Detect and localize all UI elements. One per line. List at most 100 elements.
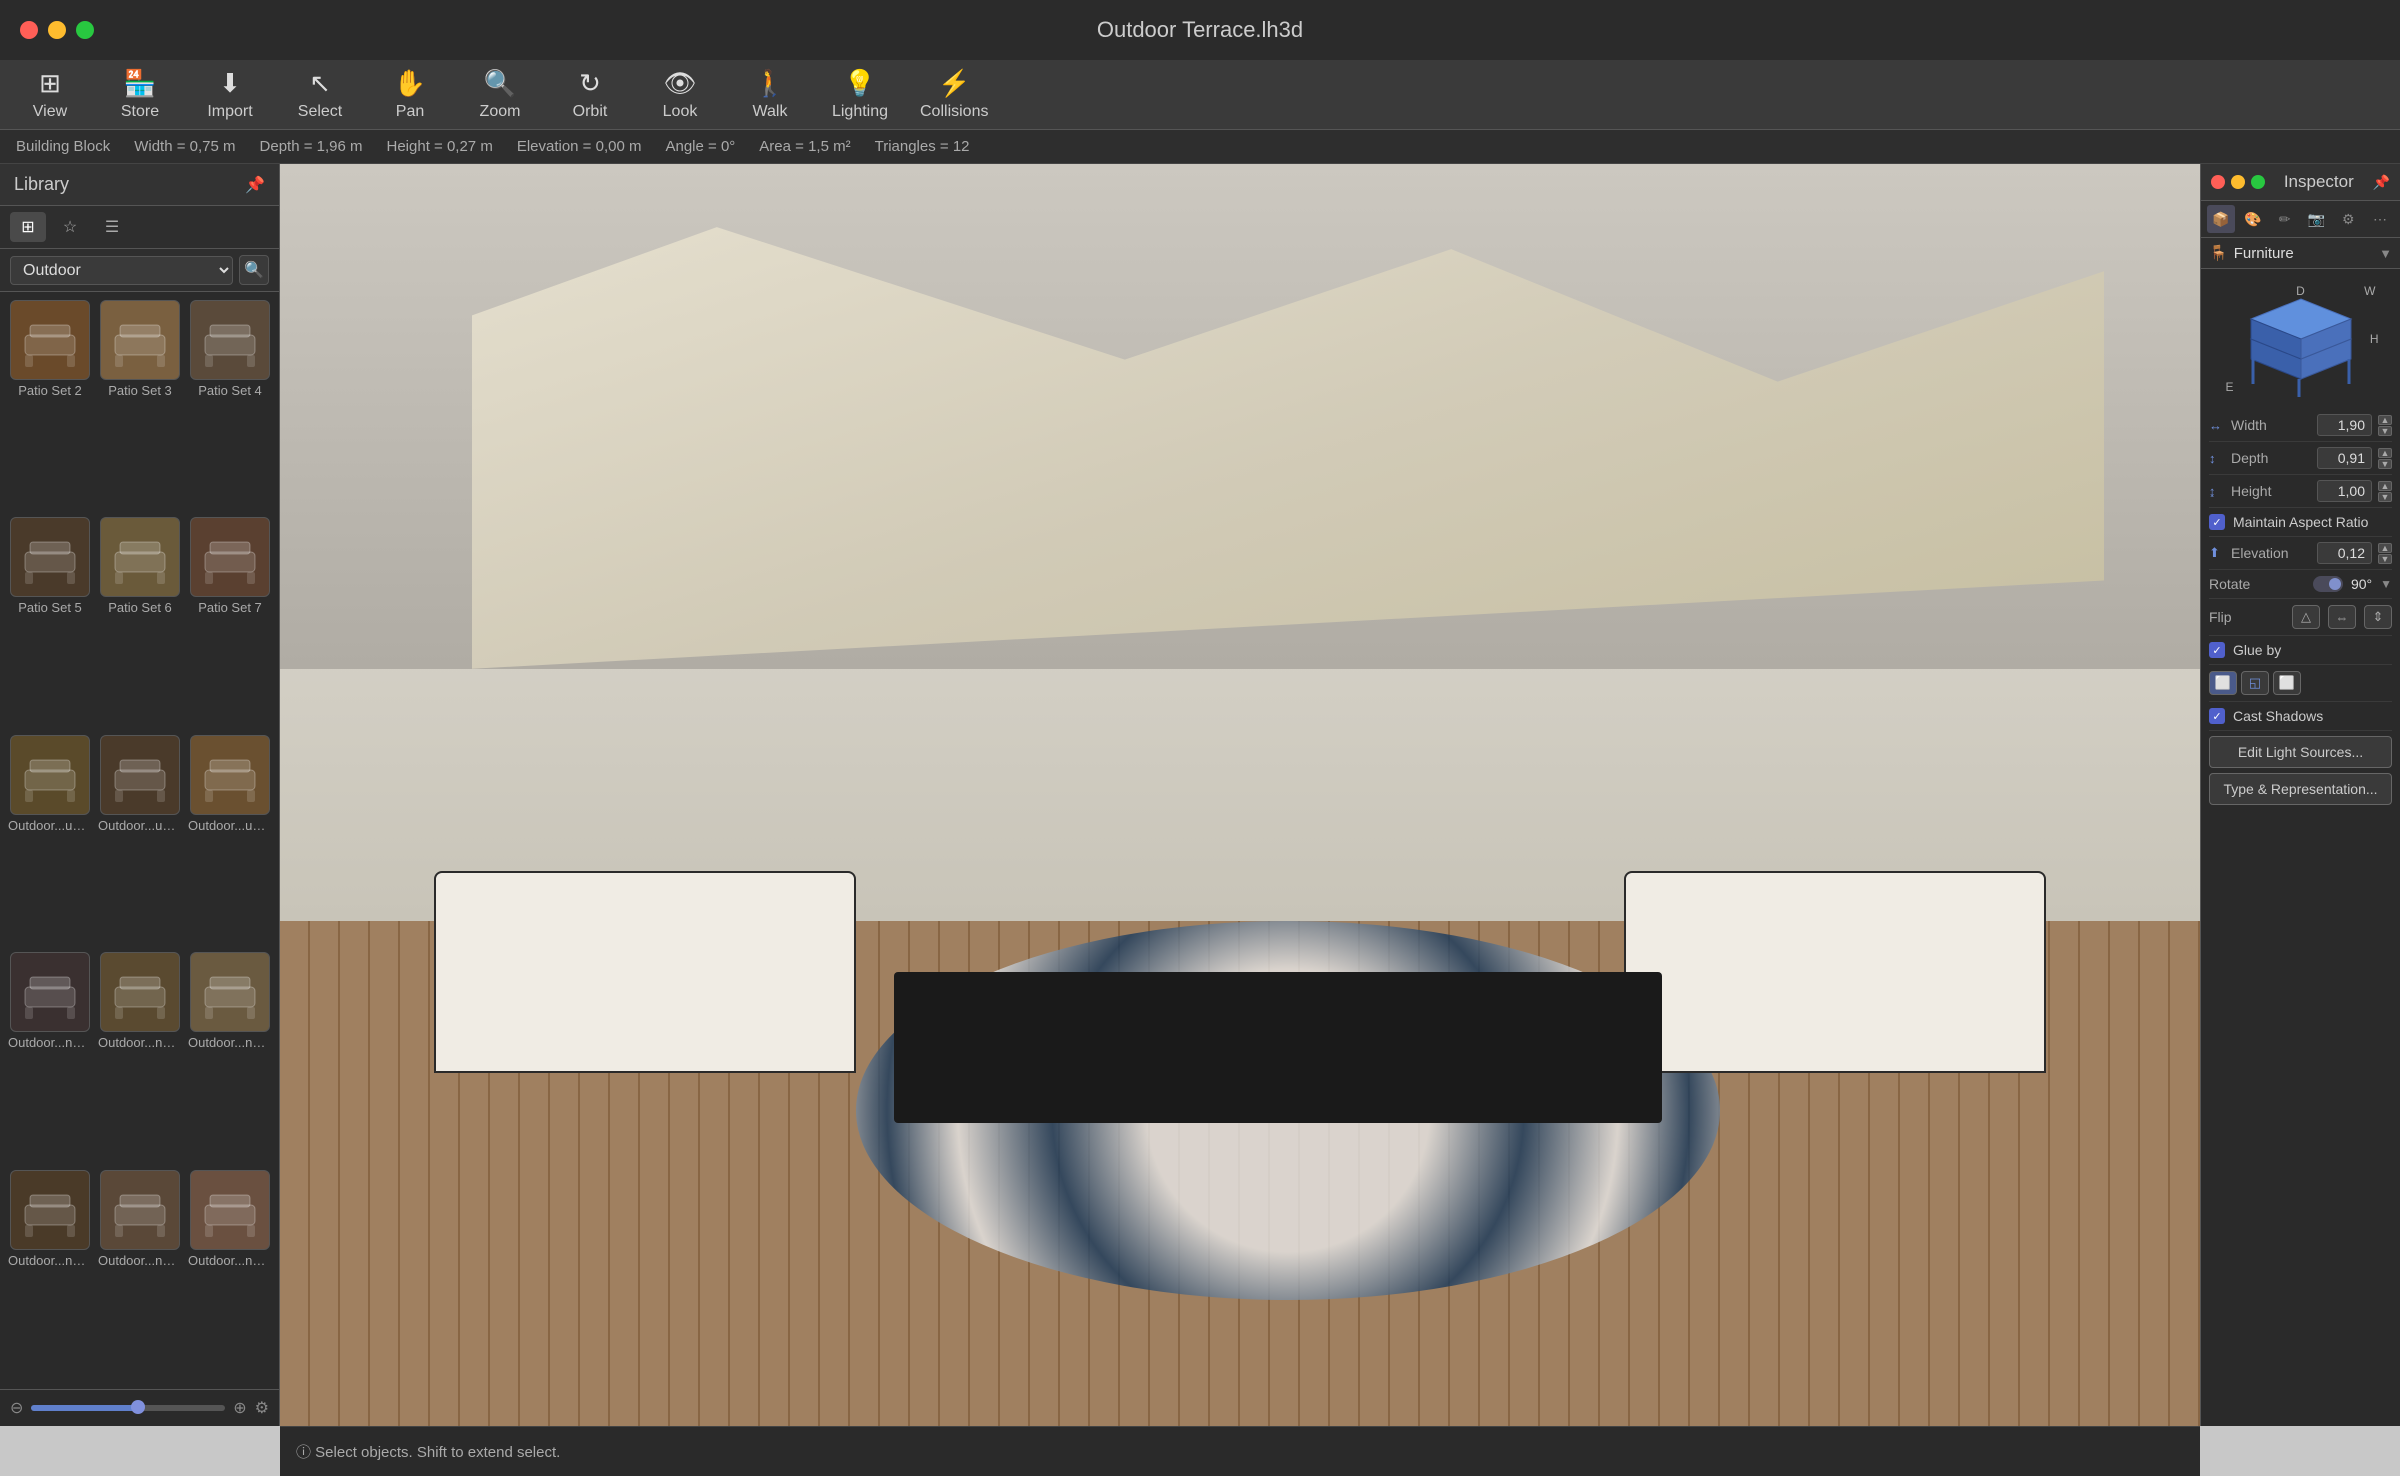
library-tab-favorites[interactable]: ☆ bbox=[52, 212, 88, 242]
inspector-tab-settings[interactable]: ⚙ bbox=[2334, 205, 2362, 233]
inspector-tab-material[interactable]: 🎨 bbox=[2239, 205, 2267, 233]
library-item-7[interactable]: Outdoor...unge Set 2 bbox=[98, 735, 182, 946]
height-input[interactable] bbox=[2317, 480, 2372, 502]
library-category-select[interactable]: Outdoor Indoor Kitchen bbox=[10, 256, 233, 285]
library-thumb-0 bbox=[10, 300, 90, 380]
pan-icon: ✋ bbox=[394, 68, 426, 99]
width-input[interactable] bbox=[2317, 414, 2372, 436]
rotate-toggle[interactable] bbox=[2313, 576, 2343, 592]
library-item-4[interactable]: Patio Set 6 bbox=[98, 517, 182, 728]
library-label-3: Patio Set 5 bbox=[18, 600, 82, 615]
library-pin-icon[interactable]: 📌 bbox=[245, 175, 265, 195]
height-increment[interactable]: ▲ bbox=[2378, 481, 2392, 491]
depth-decrement[interactable]: ▼ bbox=[2378, 459, 2392, 469]
library-search-button[interactable]: 🔍 bbox=[239, 255, 269, 285]
glue-wall-button[interactable]: ◱ bbox=[2241, 671, 2269, 695]
library-label-9: Outdoor...nge Set 4 bbox=[8, 1035, 92, 1050]
library-item-5[interactable]: Patio Set 7 bbox=[188, 517, 272, 728]
flip-triangle-button[interactable]: △ bbox=[2292, 605, 2320, 629]
library-item-0[interactable]: Patio Set 2 bbox=[8, 300, 92, 511]
rotate-toggle-thumb bbox=[2329, 578, 2341, 590]
close-button[interactable] bbox=[20, 21, 38, 39]
minimize-button[interactable] bbox=[48, 21, 66, 39]
zoom-slider-thumb[interactable] bbox=[131, 1400, 145, 1414]
depth-field-row: ↕ Depth ▲ ▼ bbox=[2209, 442, 2392, 475]
cast-shadows-checkbox[interactable]: ✓ bbox=[2209, 708, 2225, 724]
toolbar-import[interactable]: ⬇ Import bbox=[200, 68, 260, 121]
import-icon: ⬇ bbox=[219, 68, 241, 99]
zoom-slider-track bbox=[31, 1405, 225, 1411]
toolbar-orbit[interactable]: ↻ Orbit bbox=[560, 68, 620, 121]
glue-by-checkbox[interactable]: ✓ bbox=[2209, 642, 2225, 658]
depth-increment[interactable]: ▲ bbox=[2378, 448, 2392, 458]
library-thumb-9 bbox=[10, 952, 90, 1032]
toolbar-select[interactable]: ↖ Select bbox=[290, 68, 350, 121]
depth-input[interactable] bbox=[2317, 447, 2372, 469]
library-item-12[interactable]: Outdoor...nge Set 7 bbox=[8, 1170, 92, 1381]
library-item-14[interactable]: Outdoor...nge Set 9 bbox=[188, 1170, 272, 1381]
library-item-1[interactable]: Patio Set 3 bbox=[98, 300, 182, 511]
inspector-tab-more[interactable]: ⋯ bbox=[2366, 205, 2394, 233]
type-representation-button[interactable]: Type & Representation... bbox=[2209, 773, 2392, 805]
width-increment[interactable]: ▲ bbox=[2378, 415, 2392, 425]
library-item-10[interactable]: Outdoor...nge Set 5 bbox=[98, 952, 182, 1163]
library-label-6: Outdoor...unge Set 1 bbox=[8, 818, 92, 833]
inspector-tab-object[interactable]: 📦 bbox=[2207, 205, 2235, 233]
elevation-input[interactable] bbox=[2317, 542, 2372, 564]
elevation-increment[interactable]: ▲ bbox=[2378, 543, 2392, 553]
library-item-3[interactable]: Patio Set 5 bbox=[8, 517, 92, 728]
maintain-aspect-ratio-checkbox[interactable]: ✓ bbox=[2209, 514, 2225, 530]
height-field-row: ↨ Height ▲ ▼ bbox=[2209, 475, 2392, 508]
flip-vertical-button[interactable]: ⇕ bbox=[2364, 605, 2392, 629]
edit-light-sources-button[interactable]: Edit Light Sources... bbox=[2209, 736, 2392, 768]
flip-horizontal-button[interactable]: ⇔ bbox=[2328, 605, 2356, 629]
width-label: Width bbox=[2231, 417, 2311, 433]
elevation-decrement[interactable]: ▼ bbox=[2378, 554, 2392, 564]
toolbar-store[interactable]: 🏪 Store bbox=[110, 68, 170, 121]
inspector-maximize[interactable] bbox=[2251, 175, 2265, 189]
inspector-tab-camera[interactable]: 📷 bbox=[2302, 205, 2330, 233]
toolbar-walk[interactable]: 🚶 Walk bbox=[740, 68, 800, 121]
glue-ceiling-button[interactable]: ⬜ bbox=[2273, 671, 2301, 695]
flip-row: Flip △ ⇔ ⇕ bbox=[2209, 599, 2392, 636]
library-item-2[interactable]: Patio Set 4 bbox=[188, 300, 272, 511]
library-thumb-7 bbox=[100, 735, 180, 815]
library-item-13[interactable]: Outdoor...nge Set 8 bbox=[98, 1170, 182, 1381]
toolbar-pan[interactable]: ✋ Pan bbox=[380, 68, 440, 121]
maximize-button[interactable] bbox=[76, 21, 94, 39]
height-decrement[interactable]: ▼ bbox=[2378, 492, 2392, 502]
viewport[interactable] bbox=[280, 164, 2200, 1426]
zoom-out-icon[interactable]: ⊖ bbox=[10, 1398, 23, 1418]
toolbar-zoom[interactable]: 🔍 Zoom bbox=[470, 68, 530, 121]
inspector-minimize[interactable] bbox=[2231, 175, 2245, 189]
zoom-in-icon[interactable]: ⊕ bbox=[233, 1398, 246, 1418]
status-width: Width = 0,75 m bbox=[134, 138, 235, 155]
toolbar-view[interactable]: ⊞ View bbox=[20, 68, 80, 121]
library-thumb-10 bbox=[100, 952, 180, 1032]
width-decrement[interactable]: ▼ bbox=[2378, 426, 2392, 436]
toolbar-collisions[interactable]: ⚡ Collisions bbox=[920, 68, 988, 121]
inspector-tab-edit[interactable]: ✏ bbox=[2271, 205, 2299, 233]
library-search-row: Outdoor Indoor Kitchen 🔍 bbox=[0, 249, 279, 292]
scene-sofa-left bbox=[434, 871, 856, 1073]
toolbar-lighting[interactable]: 💡 Lighting bbox=[830, 68, 890, 121]
glue-floor-button[interactable]: ⬜ bbox=[2209, 671, 2237, 695]
inspector-pin-icon[interactable]: 📌 bbox=[2373, 174, 2390, 191]
library-item-11[interactable]: Outdoor...nge Set 6 bbox=[188, 952, 272, 1163]
toolbar-look[interactable]: 👁 Look bbox=[650, 68, 710, 121]
library-label-8: Outdoor...unge Set 3 bbox=[188, 818, 272, 833]
library-tab-list[interactable]: ☰ bbox=[94, 212, 130, 242]
status-elevation: Elevation = 0,00 m bbox=[517, 138, 642, 155]
width-field-row: ↔ Width ▲ ▼ bbox=[2209, 409, 2392, 442]
inspector-close[interactable] bbox=[2211, 175, 2225, 189]
inspector-tabs: 📦 🎨 ✏ 📷 ⚙ ⋯ bbox=[2201, 201, 2400, 238]
inspector-title: Inspector bbox=[2284, 172, 2354, 192]
inspector-fields: ↔ Width ▲ ▼ ↕ Depth ▲ ▼ ↨ Height ▲ ▼ bbox=[2201, 409, 2400, 1426]
grid-settings-icon[interactable]: ⚙ bbox=[255, 1398, 269, 1418]
maintain-aspect-ratio-label: Maintain Aspect Ratio bbox=[2233, 514, 2368, 530]
library-item-6[interactable]: Outdoor...unge Set 1 bbox=[8, 735, 92, 946]
library-item-8[interactable]: Outdoor...unge Set 3 bbox=[188, 735, 272, 946]
glue-buttons: ⬜ ◱ ⬜ bbox=[2209, 671, 2301, 695]
library-item-9[interactable]: Outdoor...nge Set 4 bbox=[8, 952, 92, 1163]
library-tab-grid[interactable]: ⊞ bbox=[10, 212, 46, 242]
